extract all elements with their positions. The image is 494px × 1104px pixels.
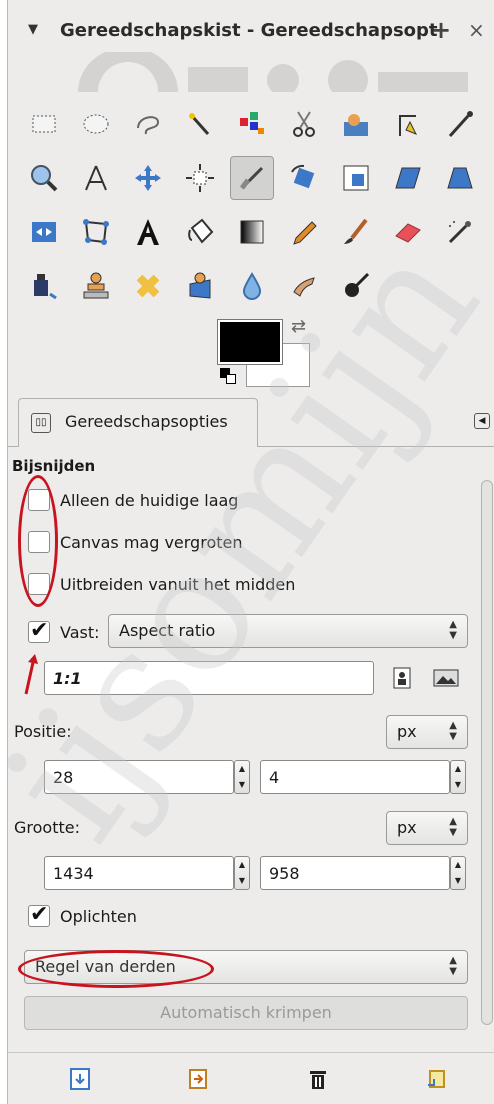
add-tab-button[interactable]: + (431, 16, 451, 44)
restore-options-icon[interactable] (186, 1067, 210, 1091)
options-scrollbar[interactable] (481, 480, 493, 1025)
current-layer-only-label: Alleen de huidige laag (60, 491, 239, 510)
ratio-entry[interactable]: 1:1 (44, 661, 374, 695)
bucket-fill-icon[interactable] (178, 210, 222, 254)
rect-select-icon[interactable] (22, 102, 66, 146)
shear-icon[interactable] (386, 156, 430, 200)
color-picker-icon[interactable] (438, 102, 482, 146)
size-width-input[interactable]: 1434 (44, 856, 234, 890)
combo-arrows-icon: ▲ ▼ (449, 720, 457, 742)
position-y-input[interactable]: 4 (260, 760, 450, 794)
highlight-label: Oplichten (60, 907, 137, 926)
auto-shrink-button[interactable]: Automatisch krimpen (24, 996, 468, 1030)
size-height-input[interactable]: 958 (260, 856, 450, 890)
fixed-label: Vast: (60, 623, 100, 642)
blend-icon[interactable] (230, 210, 274, 254)
eraser-icon[interactable] (386, 210, 430, 254)
wilber-decoration-icon (78, 52, 468, 92)
rotate-icon[interactable] (282, 156, 326, 200)
combo-arrows-icon: ▲ ▼ (449, 619, 457, 641)
cage-transform-icon[interactable] (74, 210, 118, 254)
tab-label: Gereedschapsopties (65, 412, 228, 431)
paths-icon[interactable] (386, 102, 430, 146)
scale-icon[interactable] (334, 156, 378, 200)
tab-tool-options[interactable]: ▯▯ Gereedschapsopties (18, 398, 258, 447)
perspective-icon[interactable] (438, 156, 482, 200)
annotation-guides-ellipse (18, 950, 214, 988)
fixed-mode-select[interactable]: Aspect ratio ▲ ▼ (108, 614, 468, 648)
heal-icon[interactable] (126, 264, 170, 308)
color-select-icon[interactable] (230, 102, 274, 146)
pencil-icon[interactable] (282, 210, 326, 254)
combo-arrows-icon: ▲ ▼ (449, 816, 457, 838)
annotation-checkbox-ellipse (18, 475, 58, 607)
foreground-color-swatch[interactable] (217, 319, 283, 365)
portrait-icon[interactable] (388, 665, 416, 691)
text-icon[interactable] (126, 210, 170, 254)
flip-icon[interactable] (22, 210, 66, 254)
close-dock-button[interactable]: × (468, 18, 485, 42)
smudge-icon[interactable] (282, 264, 326, 308)
tool-options-tab-icon: ▯▯ (31, 413, 51, 433)
align-icon[interactable] (178, 156, 222, 200)
highlight-checkbox[interactable] (28, 902, 50, 927)
foreground-select-icon[interactable] (334, 102, 378, 146)
size-unit-select[interactable]: px ▲ ▼ (386, 811, 468, 845)
blur-sharpen-icon[interactable] (230, 264, 274, 308)
expand-from-center-label: Uitbreiden vanuit het midden (60, 575, 296, 594)
fixed-checkbox[interactable] (28, 618, 50, 643)
fixed-mode-value: Aspect ratio (119, 621, 216, 640)
airbrush-icon[interactable] (438, 210, 482, 254)
position-unit-value: px (397, 722, 417, 741)
dock-menu-arrow-icon[interactable]: ▼ (28, 22, 38, 37)
save-options-icon[interactable] (68, 1067, 92, 1091)
default-colors-icon[interactable] (220, 368, 238, 386)
dodge-burn-icon[interactable] (334, 264, 378, 308)
paintbrush-icon[interactable] (334, 210, 378, 254)
position-x-input[interactable]: 28 (44, 760, 234, 794)
crop-icon[interactable] (230, 156, 274, 200)
dock-bottom-bar (8, 1052, 494, 1104)
ellipse-select-icon[interactable] (74, 102, 118, 146)
position-y-spinner[interactable]: ▲ ▼ (450, 760, 466, 794)
section-title: Bijsnijden (12, 457, 96, 475)
swap-colors-icon[interactable]: ⇄ (291, 316, 306, 337)
measure-icon[interactable] (74, 156, 118, 200)
annotation-arrow-icon (24, 654, 38, 695)
position-unit-select[interactable]: px ▲ ▼ (386, 715, 468, 749)
dock-title-bar: ▼ Gereedschapskist - Gereedschapsopt + × (8, 10, 494, 54)
size-label: Grootte: (14, 818, 80, 837)
scissors-select-icon[interactable] (282, 102, 326, 146)
move-icon[interactable] (126, 156, 170, 200)
size-width-spinner[interactable]: ▲ ▼ (234, 856, 250, 890)
landscape-icon[interactable] (432, 665, 460, 691)
clone-icon[interactable] (74, 264, 118, 308)
reset-options-icon[interactable] (424, 1067, 448, 1091)
fuzzy-select-icon[interactable] (178, 102, 222, 146)
size-unit-value: px (397, 818, 417, 837)
combo-arrows-icon: ▲ ▼ (449, 955, 457, 977)
delete-options-icon[interactable] (306, 1067, 330, 1091)
free-select-icon[interactable] (126, 102, 170, 146)
size-height-spinner[interactable]: ▲ ▼ (450, 856, 466, 890)
position-x-spinner[interactable]: ▲ ▼ (234, 760, 250, 794)
zoom-icon[interactable] (22, 156, 66, 200)
dock-title: Gereedschapskist - Gereedschapsopt (60, 20, 438, 41)
position-label: Positie: (14, 722, 72, 741)
allow-growing-label: Canvas mag vergroten (60, 533, 243, 552)
perspective-clone-icon[interactable] (178, 264, 222, 308)
ink-icon[interactable] (22, 264, 66, 308)
tab-menu-icon[interactable]: ◀ (474, 413, 490, 429)
toolbox-dock: ▼ Gereedschapskist - Gereedschapsopt + × (7, 0, 494, 1104)
